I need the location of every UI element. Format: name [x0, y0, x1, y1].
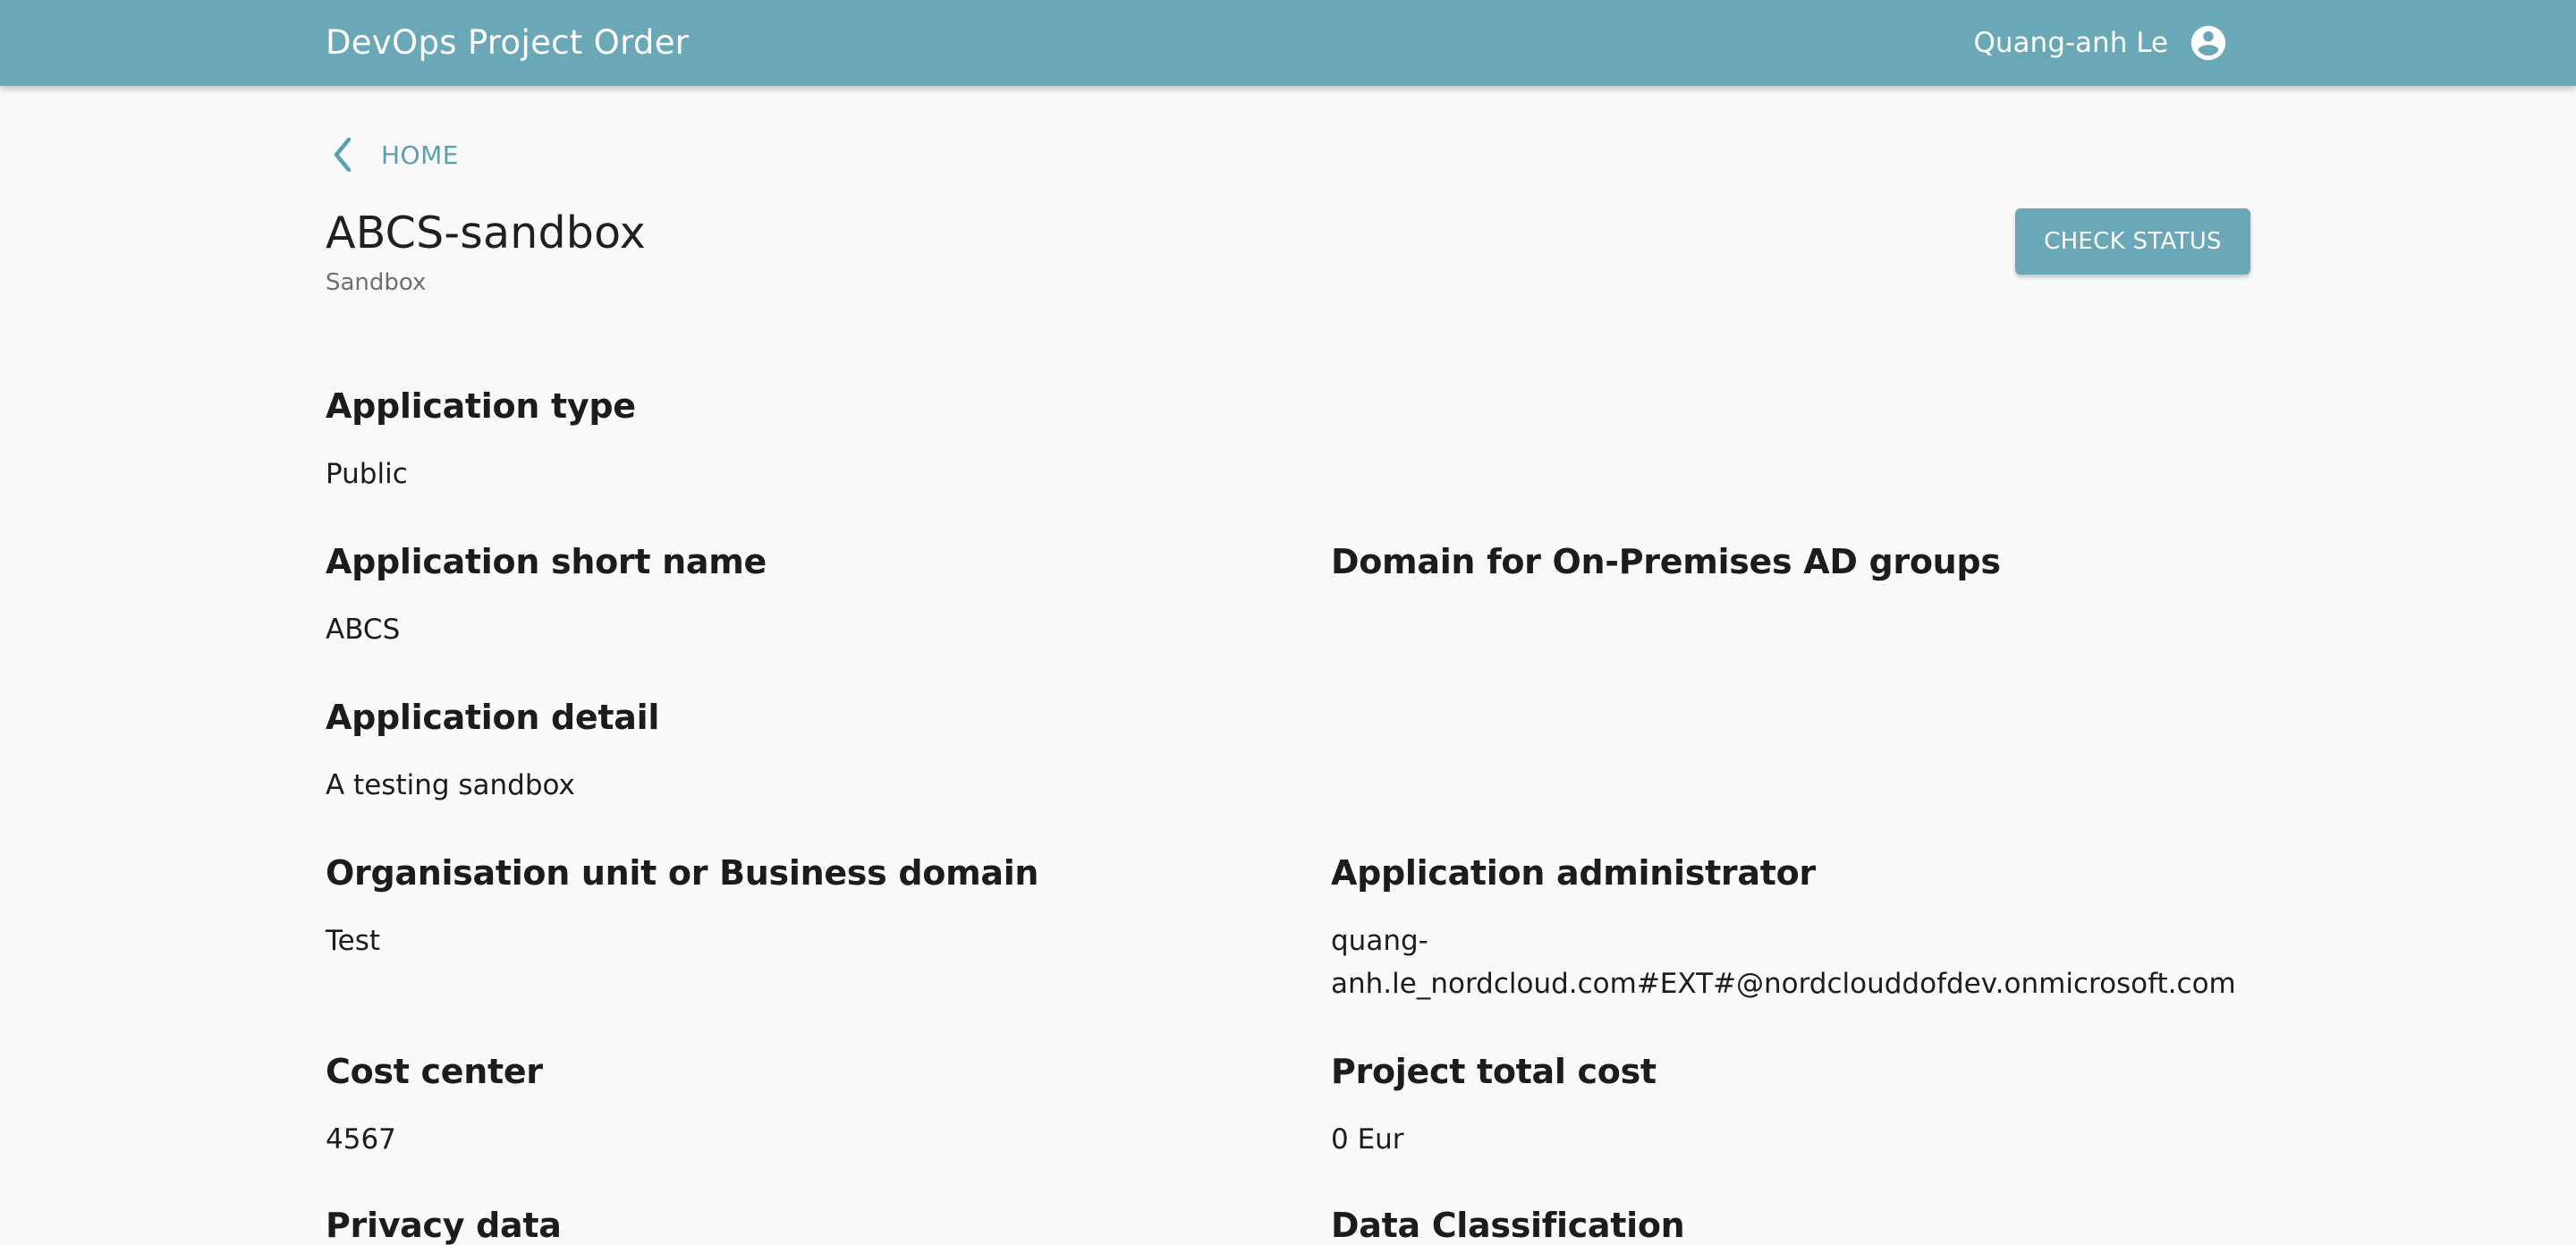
field-value-line: quang-	[1331, 925, 1428, 957]
page-subtitle: Sandbox	[326, 269, 427, 296]
field-data-classification: Data Classification	[1331, 1206, 1685, 1245]
field-value: ABCS	[326, 614, 401, 646]
field-privacy-data: Privacy data	[326, 1206, 562, 1245]
field-label: Privacy data	[326, 1206, 562, 1245]
field-label: Project total cost	[1331, 1052, 1657, 1091]
check-status-button[interactable]: CHECK STATUS	[2015, 208, 2250, 275]
app-bar: DevOps Project Order Quang-anh Le	[0, 0, 2576, 86]
field-label: Application administrator	[1331, 853, 1816, 893]
field-label: Application short name	[326, 542, 767, 581]
back-home-label[interactable]: HOME	[381, 140, 459, 170]
account-circle-icon[interactable]	[2188, 22, 2229, 64]
field-application-type: Application type Public	[326, 386, 636, 495]
field-value: quang- anh.le_nordcloud.com#EXT#@nordclo…	[1331, 919, 2236, 1005]
field-value: Public	[326, 458, 408, 490]
chevron-left-icon[interactable]	[326, 132, 361, 177]
field-application-administrator: Application administrator quang- anh.le_…	[1331, 853, 2236, 1005]
field-label: Application type	[326, 386, 636, 426]
field-application-short-name: Application short name ABCS	[326, 542, 767, 651]
field-value: 4567	[326, 1123, 396, 1156]
user-name[interactable]: Quang-anh Le	[1974, 27, 2169, 59]
field-label: Domain for On-Premises AD groups	[1331, 542, 2001, 581]
field-cost-center: Cost center 4567	[326, 1052, 543, 1161]
field-label: Application detail	[326, 698, 660, 737]
field-label: Organisation unit or Business domain	[326, 853, 1039, 893]
field-label: Data Classification	[1331, 1206, 1685, 1245]
field-label: Cost center	[326, 1052, 543, 1091]
field-organisation-unit: Organisation unit or Business domain Tes…	[326, 853, 1038, 962]
field-project-total-cost: Project total cost 0 Eur	[1331, 1052, 1657, 1161]
field-value-line: anh.le_nordcloud.com#EXT#@nordclouddofde…	[1331, 968, 2236, 1000]
field-value: 0 Eur	[1331, 1123, 1404, 1156]
page-title: ABCS-sandbox	[326, 208, 646, 258]
user-menu[interactable]: Quang-anh Le	[1974, 0, 2230, 86]
field-value: A testing sandbox	[326, 769, 575, 801]
app-title[interactable]: DevOps Project Order	[326, 0, 689, 86]
field-domain-ad-groups: Domain for On-Premises AD groups	[1331, 542, 2001, 608]
field-application-detail: Application detail A testing sandbox	[326, 698, 659, 807]
back-home-link[interactable]: HOME	[326, 132, 459, 177]
field-value: Test	[326, 925, 381, 957]
